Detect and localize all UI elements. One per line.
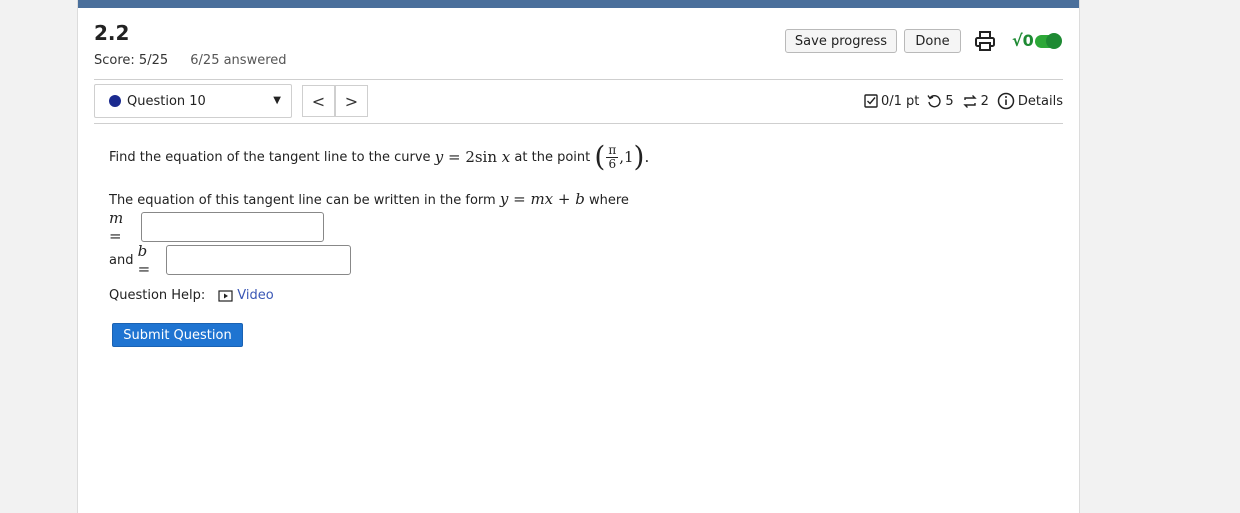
form-text: The equation of this tangent line can be…	[109, 193, 496, 208]
b-input[interactable]	[165, 245, 352, 275]
m-answer-row: m =	[109, 209, 325, 245]
previous-question-button[interactable]: <	[302, 85, 335, 117]
m-input[interactable]	[141, 212, 325, 242]
details-label: Details	[1017, 93, 1063, 109]
question-meta: 0/1 pt 5 2 Details	[856, 92, 1063, 110]
point-expression: ( π 6 ,1 ).	[594, 140, 650, 173]
score-line: Score: 5/25 6/25 answered	[94, 53, 287, 68]
points-info: 0/1 pt	[864, 94, 919, 109]
curve-equation: y = 2sin x	[434, 148, 511, 166]
retries-info: 5	[927, 93, 954, 109]
question-prompt: Find the equation of the tangent line to…	[109, 140, 709, 174]
video-icon	[218, 289, 233, 302]
question-status-dot	[109, 95, 121, 107]
m-label: m =	[109, 209, 124, 245]
b-answer-row: and b =	[109, 242, 352, 278]
score-text: Score: 5/25	[94, 53, 169, 68]
submit-question-button[interactable]: Submit Question	[112, 323, 243, 347]
math-toggle-switch[interactable]	[1035, 33, 1062, 49]
answered-count: 6/25 answered	[190, 53, 287, 68]
save-progress-button[interactable]: Save progress	[785, 29, 897, 53]
next-question-button[interactable]: >	[335, 85, 368, 117]
top-strip	[78, 0, 1079, 8]
checkbox-icon	[864, 94, 878, 108]
submissions-count: 2	[980, 93, 989, 109]
header-divider	[94, 79, 1063, 80]
video-link[interactable]: Video	[218, 288, 274, 303]
retry-icon	[927, 94, 941, 107]
details-link[interactable]: Details	[997, 92, 1063, 110]
toggle-knob	[1046, 33, 1062, 49]
info-icon	[997, 92, 1015, 110]
submissions-info: 2	[962, 94, 989, 109]
form-description: The equation of this tangent line can be…	[109, 190, 629, 208]
question-help: Question Help: Video	[109, 288, 274, 303]
print-icon[interactable]	[974, 30, 996, 52]
nav-divider	[94, 123, 1063, 124]
prompt-intro: Find the equation of the tangent line to…	[109, 149, 431, 165]
video-label: Video	[237, 288, 274, 303]
assignment-title: 2.2	[94, 21, 130, 45]
done-button[interactable]: Done	[904, 29, 961, 53]
point-fraction: π 6	[606, 142, 619, 171]
point-intro: at the point	[514, 149, 591, 165]
retries-count: 5	[945, 93, 954, 109]
math-input-icon[interactable]: √0	[1012, 31, 1034, 50]
assignment-panel: 2.2 Score: 5/25 6/25 answered Save progr…	[77, 0, 1080, 513]
points-text: 0/1 pt	[880, 93, 920, 109]
help-label: Question Help:	[109, 288, 206, 303]
form-where: where	[588, 193, 629, 208]
question-dropdown[interactable]: Question 10 ▼	[94, 84, 292, 118]
chevron-down-icon: ▼	[273, 95, 281, 106]
b-prefix: and	[109, 252, 134, 268]
submissions-icon	[962, 94, 977, 108]
form-equation: y = mx + b	[499, 190, 585, 208]
question-dropdown-label: Question 10	[127, 93, 206, 109]
b-label: b =	[137, 242, 151, 278]
